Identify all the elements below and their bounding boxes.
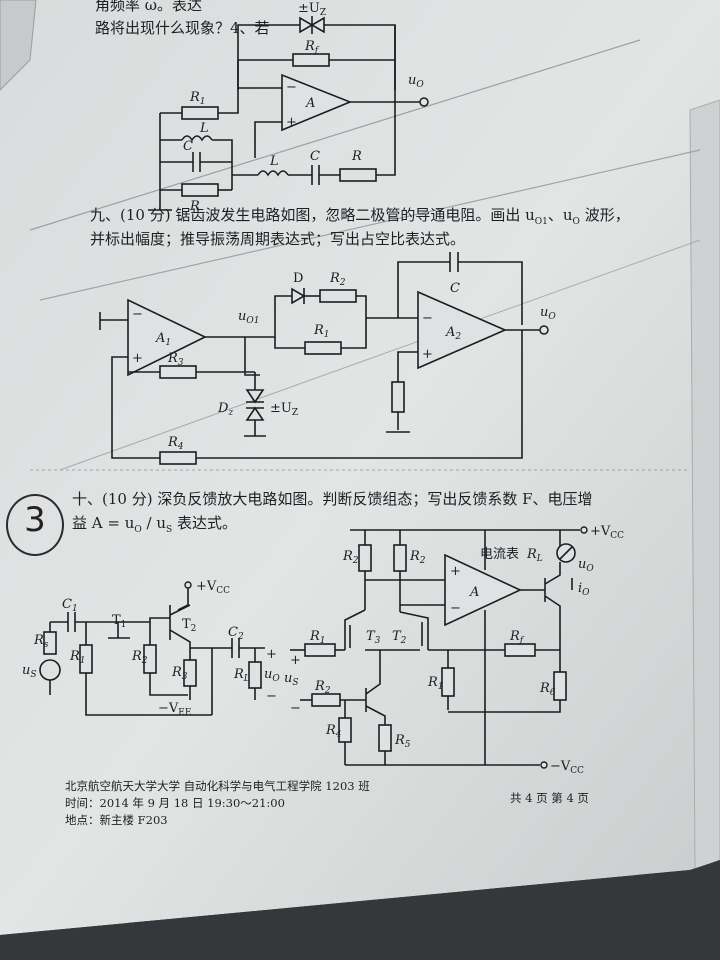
top-amp-label: A: [305, 96, 315, 111]
svg-text:+: +: [132, 351, 143, 366]
right-amp-label: A: [469, 585, 479, 600]
svg-text:+: +: [290, 653, 301, 668]
svg-text:+: +: [422, 347, 433, 362]
question-10-line2: 益 A = uO / uS 表达式。: [72, 514, 237, 535]
svg-text:+: +: [286, 115, 297, 130]
svg-text:+: +: [266, 647, 277, 662]
question-10-line1: 十、(10 分) 深负反馈放大电路如图。判断反馈组态；写出反馈系数 F、电压增: [72, 490, 593, 508]
top-r2-label: R: [351, 149, 362, 164]
svg-text:−: −: [266, 689, 277, 704]
margin-circled-mark: 3: [6, 494, 64, 556]
question-9-line2: 并标出幅度；推导振荡周期表达式；写出占空比表达式。: [90, 230, 466, 248]
top-fragment-2: 路将出现什么现象？4、若: [95, 19, 270, 37]
svg-text:−: −: [286, 80, 297, 95]
question-9-line1: 九、(10 分) 锯齿波发生电路如图，忽略二极管的导通电阻。画出 uO1、uO …: [90, 206, 630, 227]
svg-text:−: −: [450, 601, 461, 616]
footer-time: 时间：2014 年 9 月 18 日 19:30～21:00: [65, 796, 285, 810]
svg-text:+: +: [450, 564, 461, 579]
saw-d-label: D: [293, 271, 303, 286]
svg-text:−: −: [290, 701, 301, 716]
top-c1-label: C: [183, 139, 193, 154]
right-meter-label: 电流表: [480, 547, 519, 562]
svg-text:−: −: [132, 307, 143, 322]
saw-c-label: C: [450, 281, 460, 296]
top-c2-label: C: [310, 149, 320, 164]
top-fragment-1: 角频率 ω。表达: [95, 0, 203, 14]
underlying-page: [689, 99, 720, 871]
svg-text:−: −: [422, 311, 433, 326]
footer-pages: 共 4 页 第 4 页: [510, 791, 589, 805]
top-l2-label: L: [269, 154, 279, 169]
footer-school: 北京航空航天大学大学 自动化科学与电气工程学院 1203 班: [65, 779, 370, 793]
footer-place: 地点：新主楼 F203: [65, 813, 168, 827]
top-l1-label: L: [199, 121, 209, 136]
